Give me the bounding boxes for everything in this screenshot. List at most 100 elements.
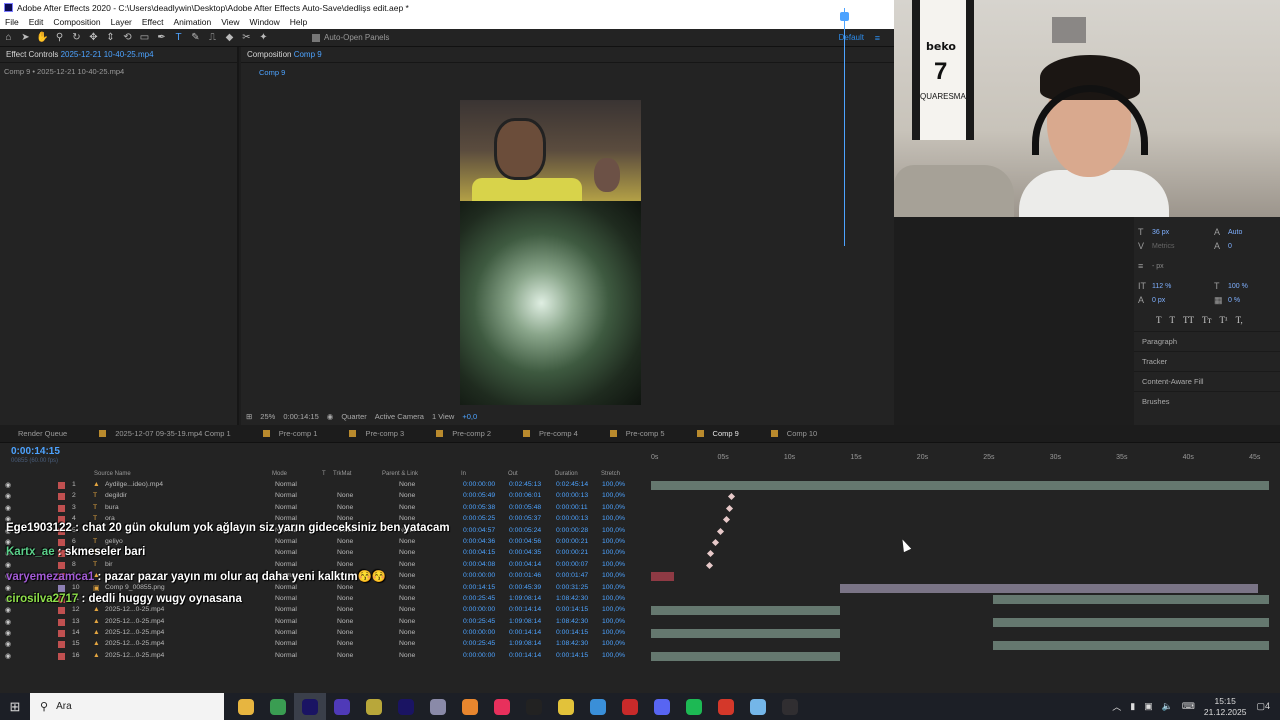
col-duration[interactable]: Duration	[555, 471, 578, 477]
opera-icon[interactable]	[710, 693, 742, 720]
layer-stretch[interactable]: 100,0%	[602, 549, 625, 556]
menu-layer[interactable]: Layer	[106, 17, 137, 27]
menu-window[interactable]: Window	[245, 17, 285, 27]
layer-in[interactable]: 0:00:25:45	[463, 595, 495, 602]
paragraph-panel-tab[interactable]: Paragraph	[1134, 331, 1280, 351]
menu-composition[interactable]: Composition	[48, 17, 105, 27]
settings-icon[interactable]	[422, 693, 454, 720]
layer-in[interactable]: 0:00:04:57	[463, 527, 495, 534]
layer-out[interactable]: 1:09:08:14	[509, 640, 541, 647]
layer-number[interactable]: 2	[72, 492, 76, 499]
layer-source-name[interactable]: 2025-12...0-25.mp4	[105, 606, 164, 613]
layer-duration-bar[interactable]	[993, 617, 1269, 627]
layer-duration[interactable]: 0:02:45:14	[556, 481, 588, 488]
menu-effect[interactable]: Effect	[137, 17, 169, 27]
col-trkmat[interactable]: TrkMat	[333, 471, 351, 477]
layer-mode[interactable]: Normal	[275, 595, 297, 602]
col-mode[interactable]: Mode	[272, 471, 287, 477]
layer-parent[interactable]: None	[399, 606, 415, 613]
notepad-icon[interactable]	[742, 693, 774, 720]
workspace-menu-icon[interactable]: ≡	[875, 33, 880, 43]
layer-mode[interactable]: Normal	[275, 606, 297, 613]
brush-icon[interactable]: ✎	[187, 30, 204, 46]
zoom-select[interactable]: 25%	[260, 412, 275, 421]
tracking-value[interactable]: 0	[1228, 243, 1268, 250]
composition-tab[interactable]: Composition Comp 9	[247, 50, 322, 59]
timeline-tab[interactable]: 2025-12-07 09-35-19.mp4 Comp 1	[91, 429, 255, 438]
layer-mode[interactable]: Normal	[275, 481, 297, 488]
layer-duration[interactable]: 0:00:00:28	[556, 527, 588, 534]
layer-duration[interactable]: 1:08:42:30	[556, 618, 588, 625]
layer-keyframe[interactable]	[705, 561, 713, 569]
layer-stretch[interactable]: 100,0%	[602, 561, 625, 568]
selection-icon[interactable]: ➤	[17, 30, 34, 46]
layer-row[interactable]: ◉ 15 ▲ 2025-12...0-25.mp4 Normal None None 0:00…	[0, 639, 650, 650]
layer-parent[interactable]: None	[399, 504, 415, 511]
time-readout[interactable]: 0:00:14:15	[283, 412, 318, 421]
timeline-tab[interactable]: Pre-comp 1	[255, 429, 342, 438]
layer-parent[interactable]: None	[399, 629, 415, 636]
layer-in[interactable]: 0:00:14:15	[463, 584, 495, 591]
col-source-name[interactable]: Source Name	[94, 471, 131, 477]
layer-duration[interactable]: 1:08:42:30	[556, 595, 588, 602]
workspace-default[interactable]: Default	[839, 33, 864, 42]
visibility-eye-icon[interactable]: ◉	[5, 504, 11, 512]
layer-keyframe[interactable]	[728, 493, 736, 501]
hand-icon[interactable]: ✋	[34, 30, 51, 46]
current-time[interactable]: 0:00:14:15	[11, 446, 60, 457]
layer-duration-bar[interactable]	[651, 652, 841, 661]
menu-help[interactable]: Help	[285, 17, 312, 27]
layer-duration-bar[interactable]	[840, 583, 1258, 593]
auto-open-panels[interactable]: Auto-Open Panels	[312, 33, 389, 42]
layer-number[interactable]: 6	[72, 538, 76, 545]
layer-out[interactable]: 1:09:08:14	[509, 595, 541, 602]
layer-parent[interactable]: None	[399, 572, 415, 579]
stroke-value[interactable]: - px	[1152, 263, 1192, 270]
layer-trkmat[interactable]: None	[337, 549, 353, 556]
layer-duration-bar[interactable]	[993, 595, 1269, 604]
layer-trkmat[interactable]: None	[337, 492, 353, 499]
layer-in[interactable]: 0:00:04:36	[463, 538, 495, 545]
faux-bold-button[interactable]: T	[1156, 315, 1162, 325]
layer-duration[interactable]: 0:00:14:15	[556, 652, 588, 659]
layer-parent[interactable]: None	[399, 640, 415, 647]
visibility-eye-icon[interactable]: ◉	[5, 652, 11, 660]
layer-row[interactable]: ◉ 14 ▲ 2025-12...0-25.mp4 Normal None None 0:00…	[0, 628, 650, 639]
game-icon[interactable]	[358, 693, 390, 720]
layer-in[interactable]: 0:00:05:49	[463, 492, 495, 499]
layer-stretch[interactable]: 100,0%	[602, 606, 625, 613]
layer-out[interactable]: 0:00:14:14	[509, 652, 541, 659]
visibility-eye-icon[interactable]: ◉	[5, 606, 11, 614]
layer-out[interactable]: 0:00:01:46	[509, 572, 541, 579]
font-size-value[interactable]: 36 px	[1152, 229, 1192, 236]
snapshot-icon[interactable]: ◉	[327, 412, 334, 421]
visibility-eye-icon[interactable]: ◉	[5, 561, 11, 569]
dolly-icon[interactable]: ⇕	[102, 30, 119, 46]
taskbar-search[interactable]: ⚲ Ara	[30, 693, 224, 720]
layer-stretch[interactable]: 100,0%	[602, 481, 625, 488]
layer-parent[interactable]: None	[399, 481, 415, 488]
views-select[interactable]: 1 View	[432, 412, 454, 421]
layer-stretch[interactable]: 100,0%	[602, 527, 625, 534]
tray-chevron-icon[interactable]: ︿	[1112, 700, 1121, 713]
grid-icon[interactable]: ⊞	[246, 412, 252, 421]
layer-trkmat[interactable]: None	[337, 538, 353, 545]
start-button[interactable]: ⊞	[0, 693, 30, 720]
eraser-icon[interactable]: ◆	[221, 30, 238, 46]
layer-stretch[interactable]: 100,0%	[602, 538, 625, 545]
timeline-tab[interactable]: Comp 10	[763, 429, 841, 438]
layer-source-name[interactable]: 2025-12...0-25.mp4	[105, 629, 164, 636]
layer-number[interactable]: 16	[72, 652, 80, 659]
layer-parent[interactable]: None	[399, 595, 415, 602]
layer-mode[interactable]: Normal	[275, 538, 297, 545]
layer-mode[interactable]: Normal	[275, 504, 297, 511]
layer-keyframe[interactable]	[712, 538, 720, 547]
layer-out[interactable]: 0:00:04:35	[509, 549, 541, 556]
menu-view[interactable]: View	[216, 17, 244, 27]
layer-mode[interactable]: Normal	[275, 629, 297, 636]
layer-out[interactable]: 0:00:04:56	[509, 538, 541, 545]
layer-in[interactable]: 0:00:25:45	[463, 618, 495, 625]
layer-row[interactable]: ◉ 12 ▲ 2025-12...0-25.mp4 Normal None None 0:00…	[0, 605, 650, 616]
layer-parent[interactable]: None	[399, 618, 415, 625]
rect-icon[interactable]: ▭	[136, 30, 153, 46]
